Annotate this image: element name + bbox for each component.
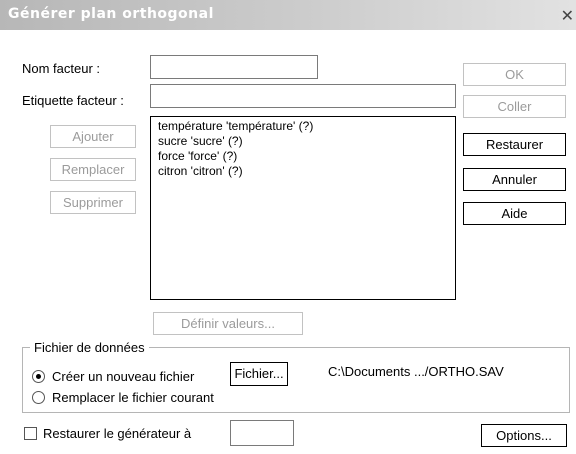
ajouter-button[interactable]: Ajouter: [50, 125, 136, 148]
list-item[interactable]: force 'force' (?): [158, 149, 237, 163]
factor-list[interactable]: température 'température' (?) sucre 'suc…: [150, 116, 456, 300]
list-item[interactable]: sucre 'sucre' (?): [158, 134, 243, 148]
title-bar: Générer plan orthogonal ✕: [0, 0, 576, 30]
ok-button[interactable]: OK: [463, 63, 566, 86]
list-item[interactable]: température 'température' (?): [158, 119, 313, 133]
replace-current-file-radio[interactable]: [32, 391, 45, 404]
nom-facteur-input[interactable]: [150, 55, 318, 79]
coller-button[interactable]: Coller: [463, 95, 566, 118]
file-path-text: C:\Documents .../ORTHO.SAV: [328, 364, 504, 379]
etiquette-facteur-label: Etiquette facteur :: [22, 93, 124, 108]
restore-generator-checkbox[interactable]: [24, 427, 37, 440]
fichier-button[interactable]: Fichier...: [230, 362, 288, 386]
close-icon[interactable]: ✕: [561, 6, 574, 25]
radio-selected-dot: [36, 374, 41, 379]
options-button[interactable]: Options...: [481, 424, 567, 447]
create-new-file-radio[interactable]: [32, 370, 45, 383]
generator-seed-input[interactable]: [230, 420, 294, 446]
restore-generator-label[interactable]: Restaurer le générateur à: [43, 426, 191, 441]
nom-facteur-label: Nom facteur :: [22, 61, 101, 76]
window-title: Générer plan orthogonal: [8, 6, 214, 22]
create-new-file-label[interactable]: Créer un nouveau fichier: [52, 369, 194, 384]
etiquette-facteur-input[interactable]: [150, 84, 456, 108]
list-item[interactable]: citron 'citron' (?): [158, 164, 243, 178]
aide-button[interactable]: Aide: [463, 202, 566, 225]
data-file-group-label: Fichier de données: [30, 340, 149, 355]
supprimer-button[interactable]: Supprimer: [50, 191, 136, 214]
definir-valeurs-button[interactable]: Définir valeurs...: [153, 312, 303, 335]
replace-current-file-label[interactable]: Remplacer le fichier courant: [52, 390, 214, 405]
restaurer-button[interactable]: Restaurer: [463, 133, 566, 156]
remplacer-button[interactable]: Remplacer: [50, 158, 136, 181]
annuler-button[interactable]: Annuler: [463, 168, 566, 191]
